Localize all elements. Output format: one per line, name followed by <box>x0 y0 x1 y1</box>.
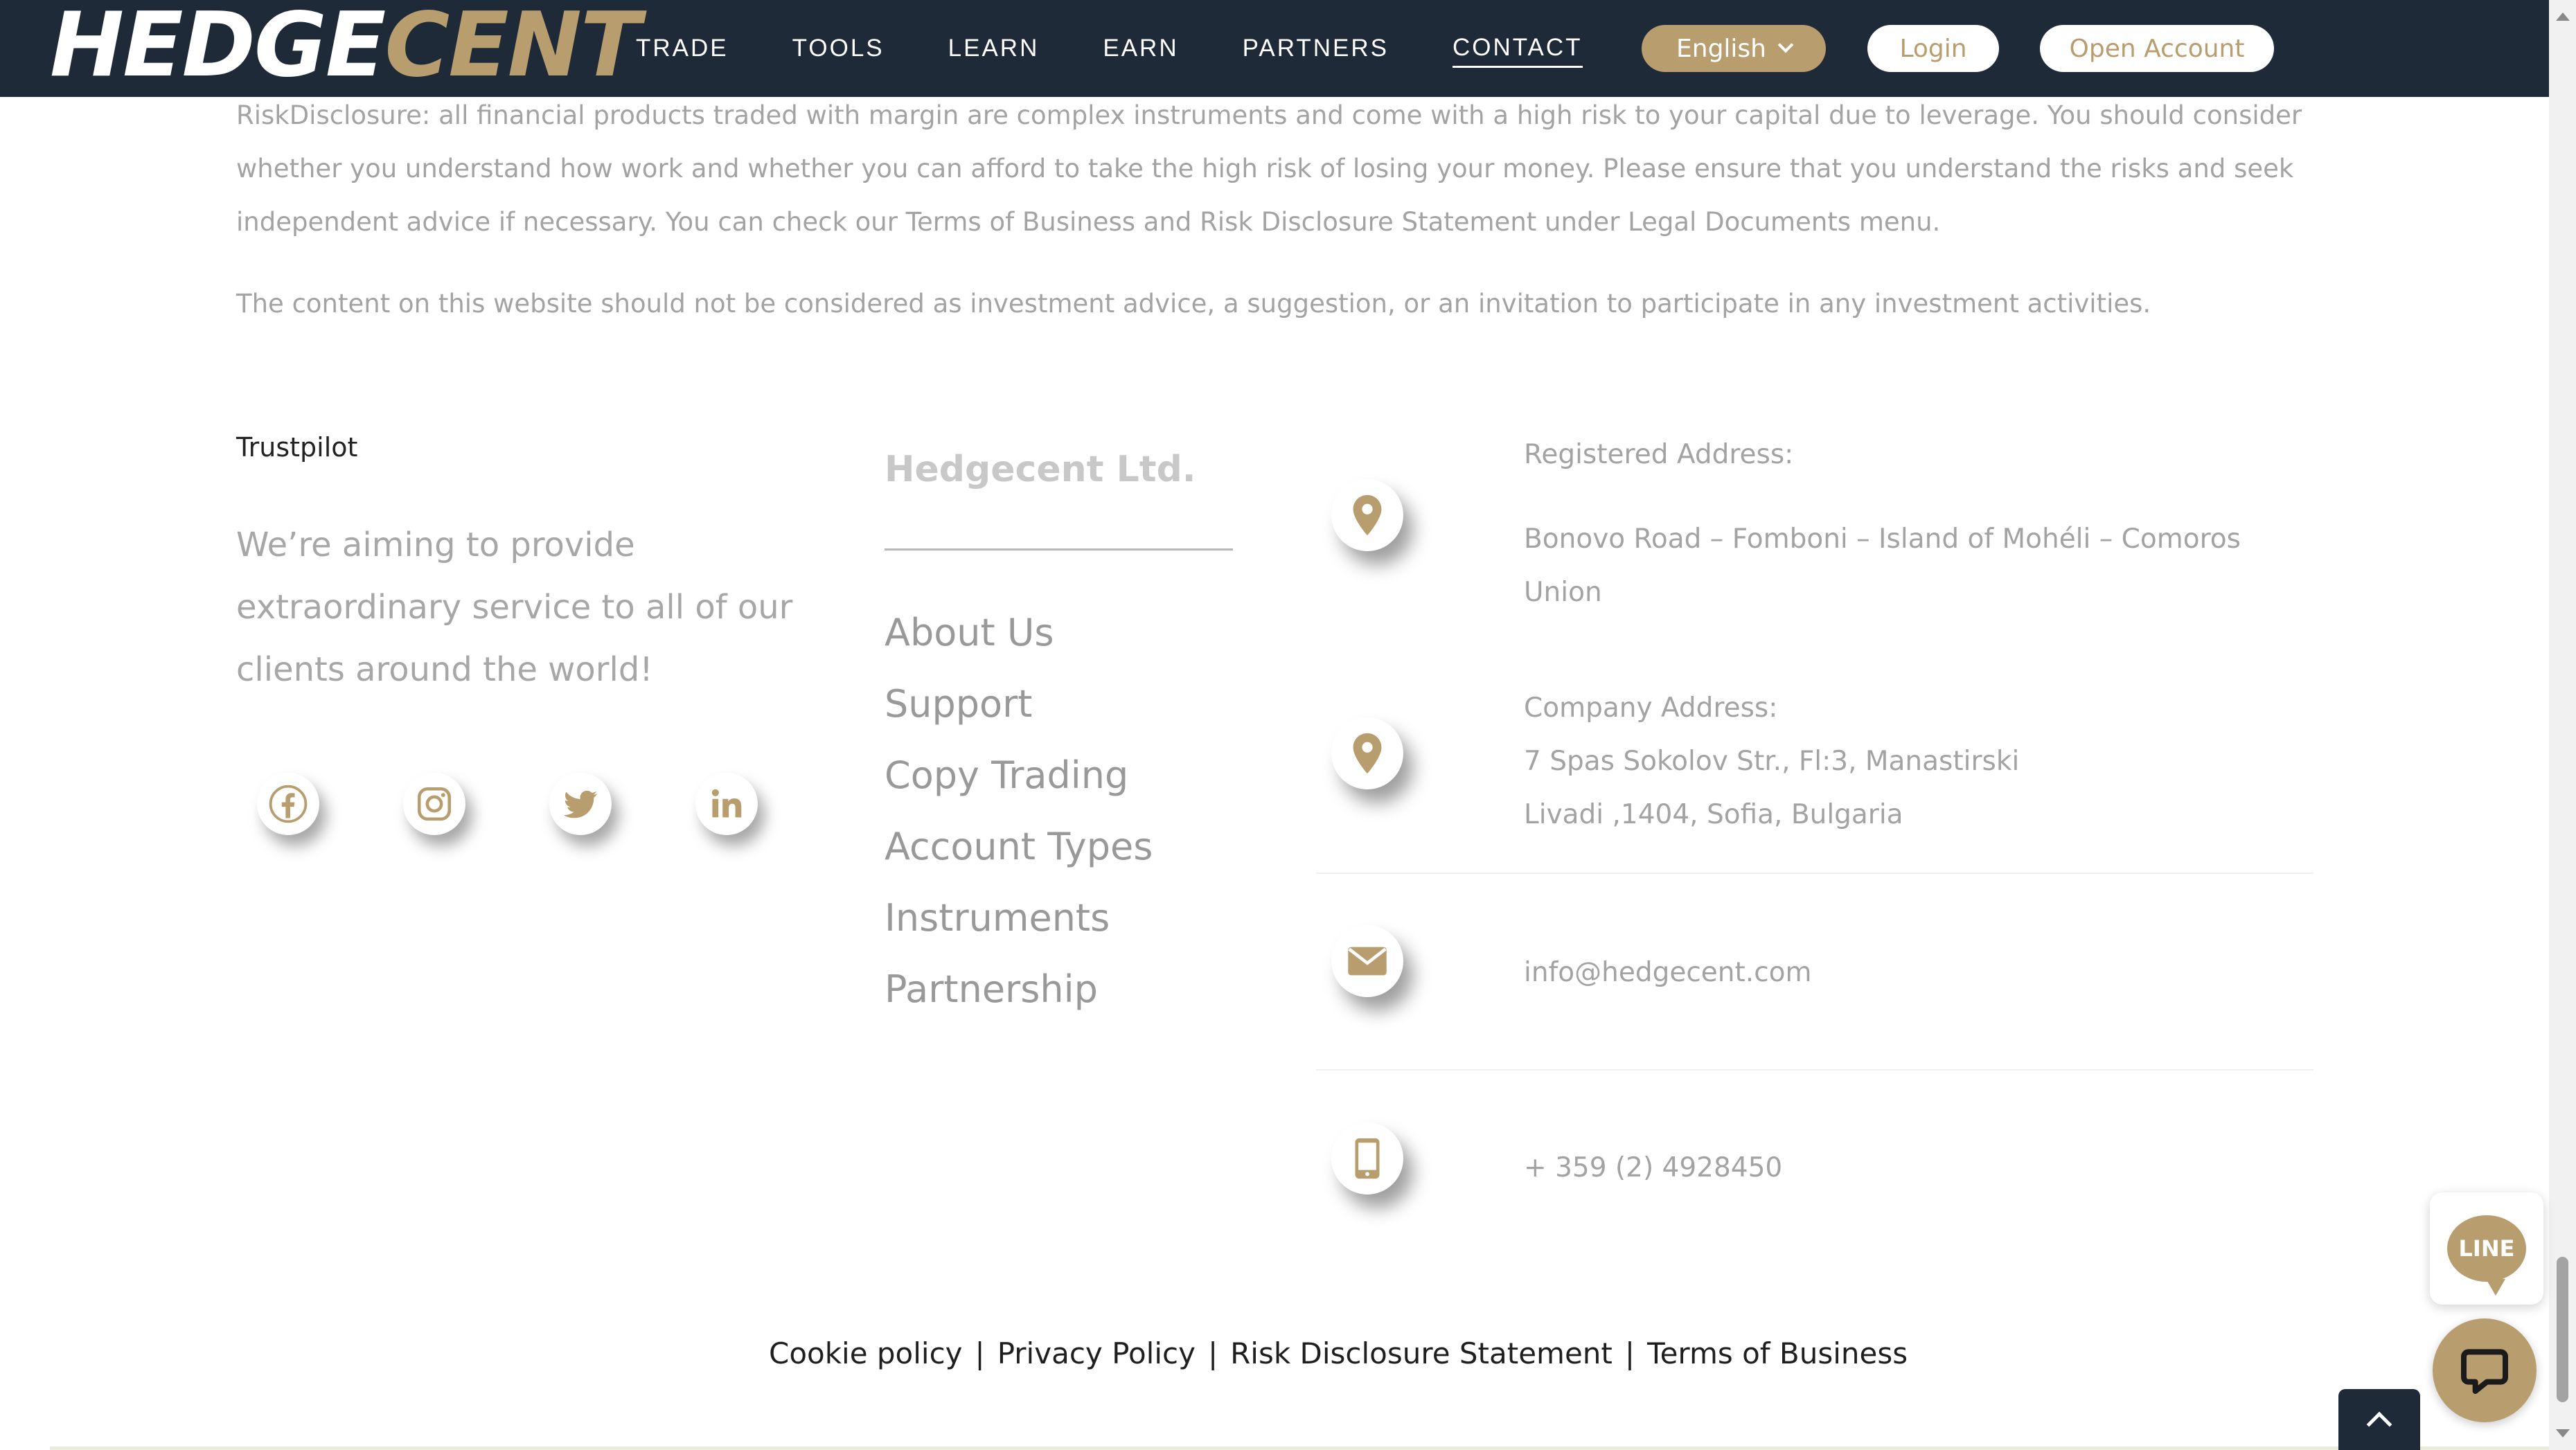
nav-partners[interactable]: PARTNERS <box>1243 30 1389 66</box>
nav-contact[interactable]: CONTACT <box>1452 30 1583 68</box>
envelope-icon <box>1331 925 1403 997</box>
facebook-icon[interactable] <box>257 773 319 835</box>
company-name-heading: Hedgecent Ltd. <box>885 449 1196 490</box>
scroll-up-arrow-icon[interactable] <box>2556 12 2570 21</box>
email-link[interactable]: info@hedgecent.com <box>1524 946 1812 999</box>
link-separator: | <box>1207 1336 1218 1370</box>
investment-advice-text: The content on this website should not b… <box>236 289 2151 319</box>
chat-bubble-icon <box>2461 1349 2508 1394</box>
link-about-us[interactable]: About Us <box>885 597 1153 668</box>
company-address-label: Company Address: <box>1524 692 1778 724</box>
nav-tools[interactable]: TOOLS <box>792 30 885 66</box>
page-scrollbar[interactable] <box>2549 0 2576 1450</box>
language-dropdown[interactable]: English <box>1642 25 1826 72</box>
chevron-up-icon <box>2366 1411 2392 1438</box>
nav-learn[interactable]: LEARN <box>948 30 1040 66</box>
open-account-button[interactable]: Open Account <box>2040 25 2274 72</box>
link-copy-trading[interactable]: Copy Trading <box>885 740 1153 811</box>
company-address-line1: 7 Spas Sokolov Str., Fl:3, Manastirski <box>1524 746 2020 777</box>
trustpilot-widget[interactable]: Trustpilot <box>236 432 357 463</box>
line-chat-button[interactable]: LINE <box>2430 1192 2543 1305</box>
scroll-down-arrow-icon[interactable] <box>2556 1429 2570 1438</box>
line-label: LINE <box>2458 1235 2515 1262</box>
registered-address-label: Registered Address: <box>1524 439 1794 470</box>
contact-divider <box>1316 1069 2313 1071</box>
company-address-line2: Livadi ,1404, Sofia, Bulgaria <box>1524 799 1903 830</box>
contact-divider <box>1316 872 2313 874</box>
link-terms-of-business[interactable]: Terms of Business <box>1647 1336 1908 1370</box>
map-pin-icon <box>1331 479 1403 551</box>
link-risk-disclosure-statement[interactable]: Risk Disclosure Statement <box>1230 1336 1613 1370</box>
link-support[interactable]: Support <box>885 668 1153 740</box>
link-separator: | <box>975 1336 985 1370</box>
main-nav: TRADE TOOLS LEARN EARN PARTNERS CONTACT <box>636 0 1646 97</box>
company-address: 7 Spas Sokolov Str., Fl:3, Manastirski L… <box>1524 735 2300 841</box>
top-navbar: HEDGECENT TRADE TOOLS LEARN EARN PARTNER… <box>0 0 2549 97</box>
linkedin-icon[interactable] <box>695 773 758 835</box>
nav-trade[interactable]: TRADE <box>636 30 729 66</box>
nav-earn[interactable]: EARN <box>1103 30 1178 66</box>
company-tagline: We’re aiming to provide extraordinary se… <box>236 526 793 689</box>
link-instruments[interactable]: Instruments <box>885 882 1153 954</box>
link-cookie-policy[interactable]: Cookie policy <box>769 1336 963 1370</box>
link-partnership[interactable]: Partnership <box>885 954 1153 1025</box>
language-label: English <box>1676 34 1766 63</box>
risk-disclosure-text: RiskDisclosure: all financial products t… <box>236 100 2302 237</box>
company-links: About Us Support Copy Trading Account Ty… <box>885 597 1153 1025</box>
instagram-icon[interactable] <box>403 773 465 835</box>
live-chat-button[interactable] <box>2433 1318 2537 1422</box>
footer-bottom-border <box>50 1447 2549 1450</box>
registered-address: Bonovo Road – Fomboni – Island of Mohéli… <box>1524 523 2241 608</box>
heading-divider <box>885 548 1233 551</box>
chevron-down-icon <box>1777 37 1794 53</box>
line-icon: LINE <box>2447 1215 2526 1296</box>
mobile-phone-icon <box>1331 1122 1403 1194</box>
phone-number[interactable]: + 359 (2) 4928450 <box>1524 1141 1782 1194</box>
link-privacy-policy[interactable]: Privacy Policy <box>997 1336 1196 1370</box>
link-account-types[interactable]: Account Types <box>885 811 1153 882</box>
scrollbar-thumb[interactable] <box>2557 1257 2568 1402</box>
hedgecent-logo[interactable]: HEDGECENT <box>50 0 641 94</box>
legal-links: Cookie policy | Privacy Policy | Risk Disclo… <box>769 1336 1908 1370</box>
twitter-icon[interactable] <box>549 773 612 835</box>
map-pin-icon <box>1331 717 1403 789</box>
scroll-to-top-button[interactable] <box>2338 1389 2420 1450</box>
link-separator: | <box>1624 1336 1635 1370</box>
login-button[interactable]: Login <box>1867 25 1999 72</box>
